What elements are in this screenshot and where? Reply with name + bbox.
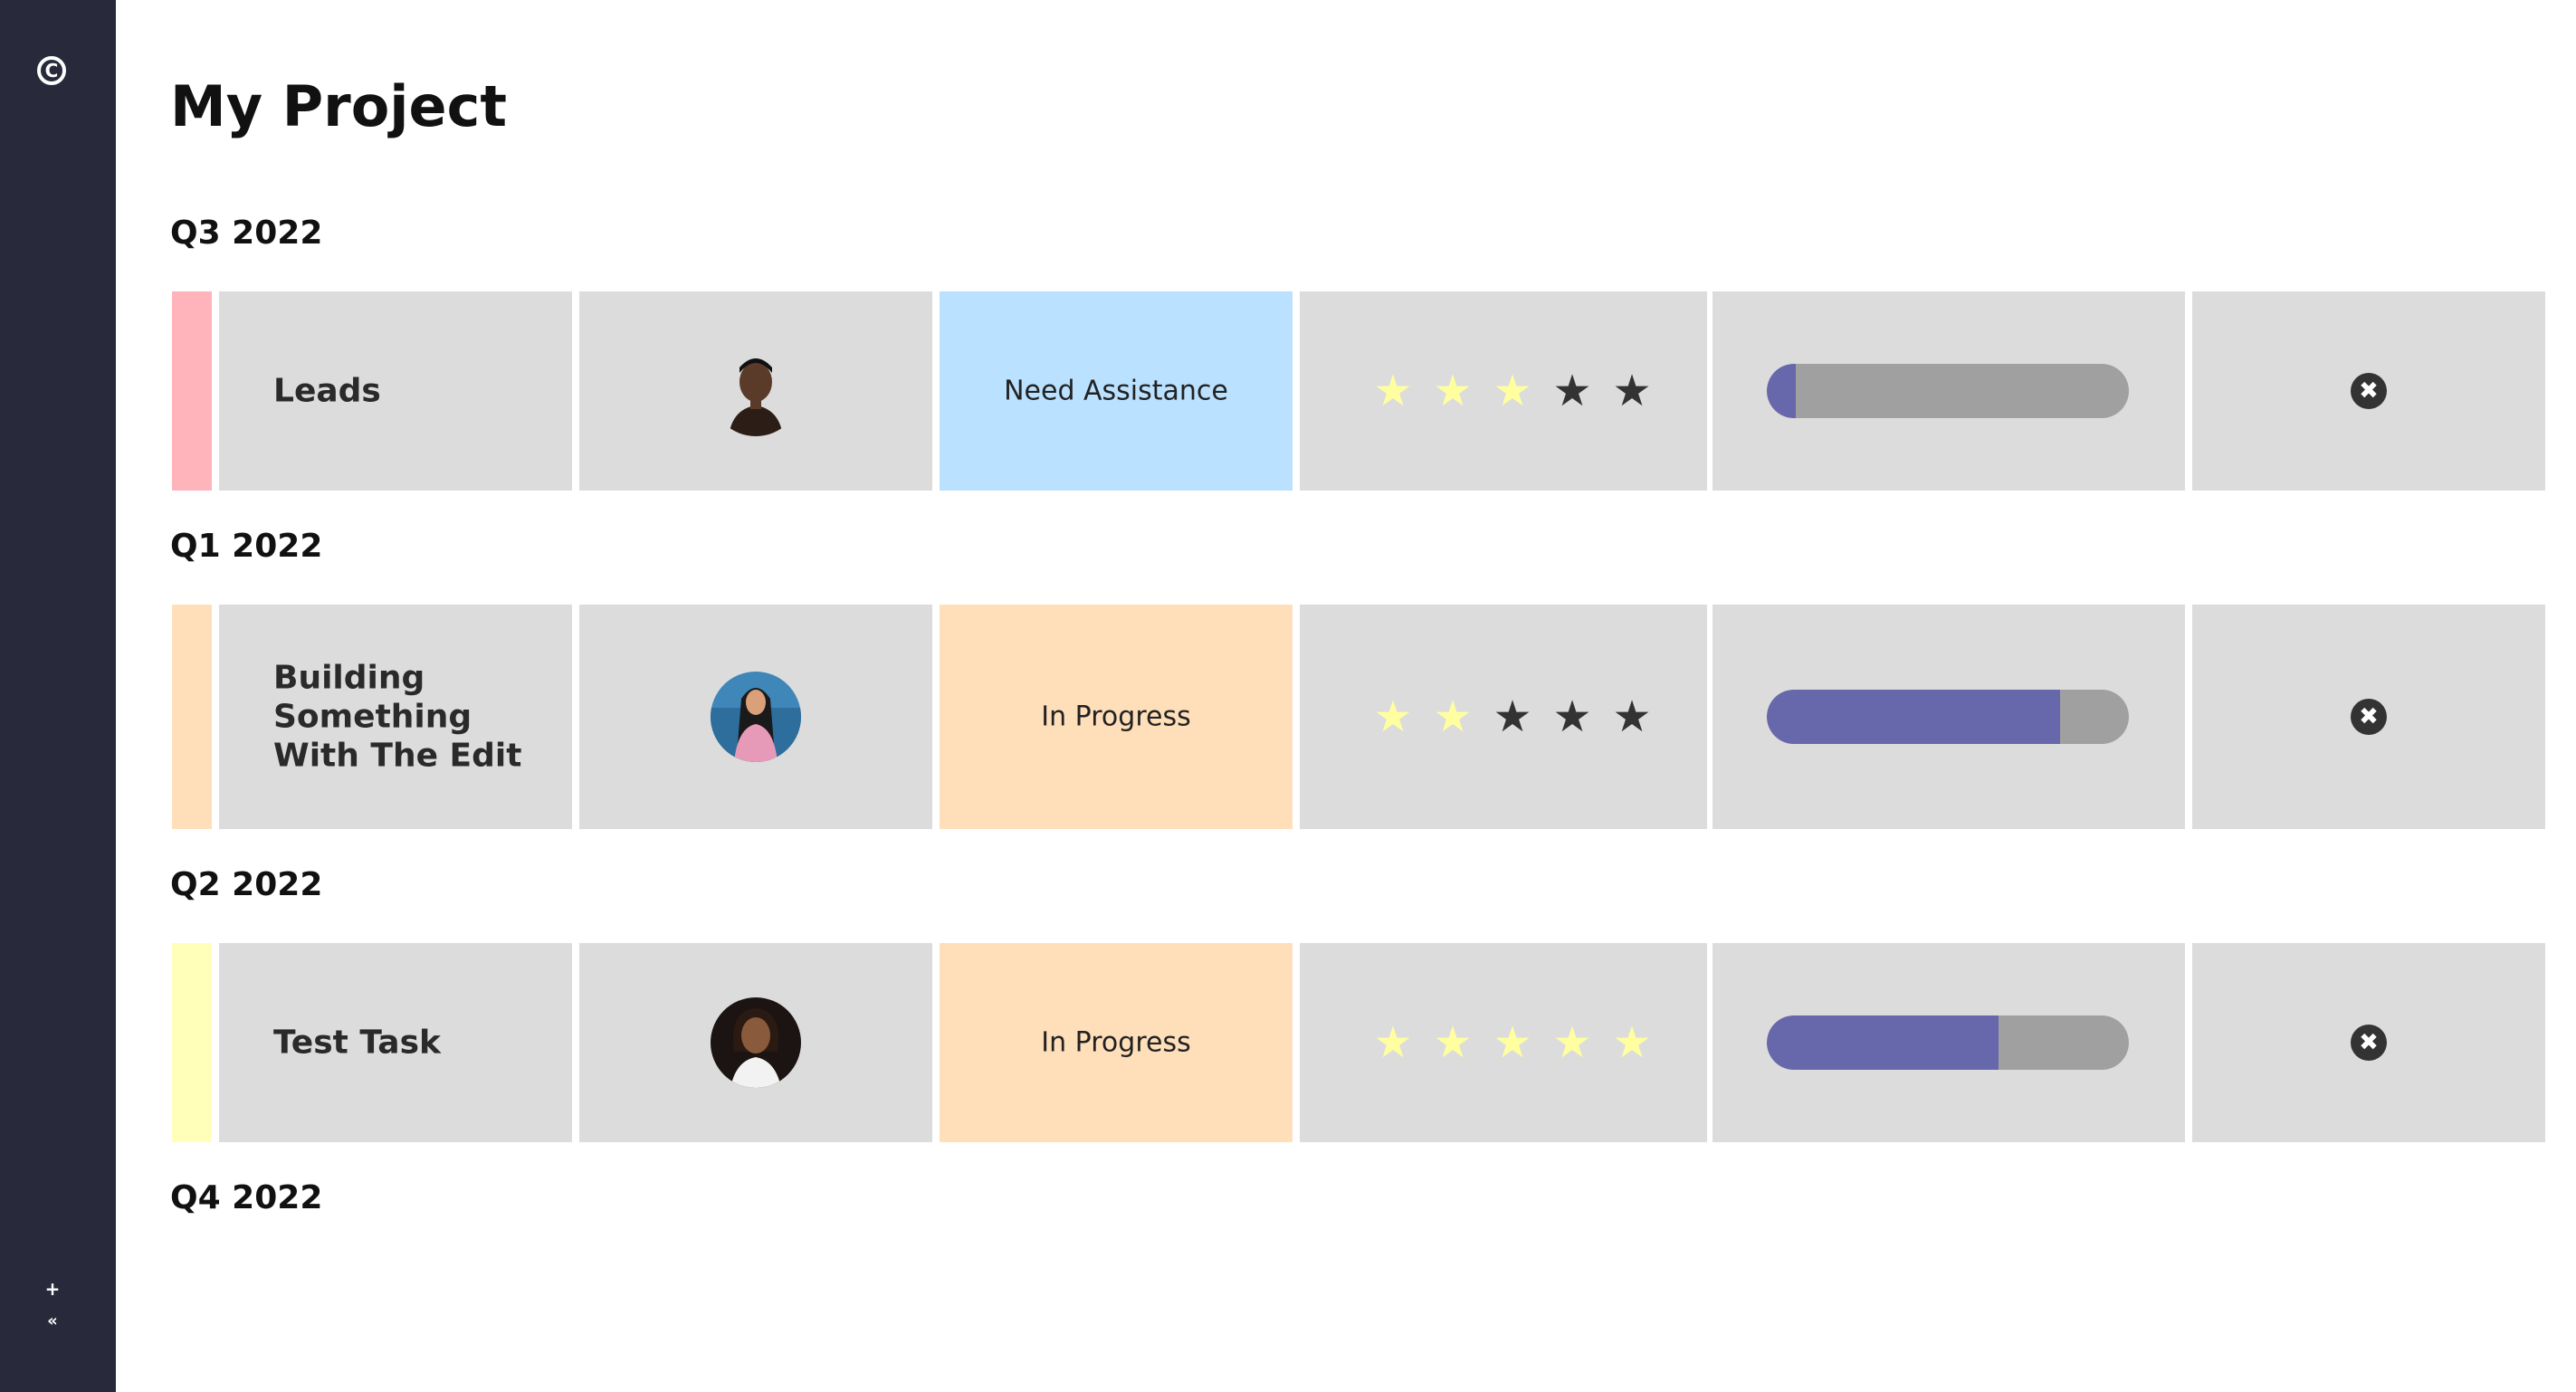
owner-cell[interactable] <box>579 291 932 491</box>
star-icon[interactable]: ★ <box>1423 1017 1483 1068</box>
star-icon[interactable]: ★ <box>1483 1017 1542 1068</box>
rating-cell: ★ ★ ★ ★ ★ <box>1300 943 1707 1142</box>
star-icon[interactable]: ★ <box>1483 366 1542 416</box>
star-icon[interactable]: ★ <box>1363 366 1423 416</box>
progress-fill <box>1767 1015 1999 1070</box>
star-rating[interactable]: ★ ★ ★ ★ ★ <box>1363 691 1662 742</box>
status-badge[interactable]: Need Assistance <box>940 376 1293 407</box>
progress-bar[interactable] <box>1767 364 2129 418</box>
owner-cell[interactable] <box>579 943 932 1142</box>
delete-cell: ✖ <box>2192 943 2545 1142</box>
progress-cell <box>1713 291 2185 491</box>
avatar[interactable] <box>711 997 801 1088</box>
person-avatar-icon <box>711 997 801 1088</box>
status-cell[interactable]: In Progress <box>940 943 1293 1142</box>
star-icon[interactable]: ★ <box>1542 366 1602 416</box>
star-icon[interactable]: ★ <box>1423 366 1483 416</box>
rating-cell: ★ ★ ★ ★ ★ <box>1300 291 1707 491</box>
progress-cell <box>1713 605 2185 829</box>
status-cell[interactable]: In Progress <box>940 605 1293 829</box>
star-icon[interactable]: ★ <box>1542 691 1602 742</box>
rating-cell: ★ ★ ★ ★ ★ <box>1300 605 1707 829</box>
delete-cell: ✖ <box>2192 605 2545 829</box>
status-badge[interactable]: In Progress <box>940 701 1293 733</box>
group-color-bar <box>172 291 212 491</box>
group-color-bar <box>172 605 212 829</box>
group-label: Q3 2022 <box>170 215 323 252</box>
main-content: My Project Q3 2022 Leads Need Assistance… <box>116 0 2576 1392</box>
task-name[interactable]: Leads <box>273 372 545 411</box>
star-icon[interactable]: ★ <box>1363 691 1423 742</box>
add-group-button[interactable]: + <box>40 1276 65 1301</box>
status-cell[interactable]: Need Assistance <box>940 291 1293 491</box>
sidebar: C + « <box>0 0 116 1392</box>
person-avatar-icon <box>711 672 801 762</box>
task-name-cell[interactable]: Building Something With The Edit <box>219 605 572 829</box>
group-label: Q4 2022 <box>170 1179 323 1216</box>
star-icon[interactable]: ★ <box>1483 691 1542 742</box>
star-rating[interactable]: ★ ★ ★ ★ ★ <box>1363 1017 1662 1068</box>
copyright-logo-icon[interactable]: C <box>37 56 66 85</box>
close-icon: ✖ <box>2359 1029 2379 1056</box>
task-name-cell[interactable]: Leads <box>219 291 572 491</box>
delete-row-button[interactable]: ✖ <box>2351 699 2387 735</box>
progress-cell <box>1713 943 2185 1142</box>
delete-row-button[interactable]: ✖ <box>2351 373 2387 409</box>
group-label: Q1 2022 <box>170 528 323 565</box>
collapse-sidebar-button[interactable]: « <box>40 1309 65 1334</box>
star-icon[interactable]: ★ <box>1423 691 1483 742</box>
close-icon: ✖ <box>2359 703 2379 730</box>
avatar[interactable] <box>711 346 801 436</box>
star-rating[interactable]: ★ ★ ★ ★ ★ <box>1363 366 1662 416</box>
close-icon: ✖ <box>2359 377 2379 405</box>
task-name[interactable]: Test Task <box>273 1024 545 1063</box>
owner-cell[interactable] <box>579 605 932 829</box>
progress-fill <box>1767 690 2060 744</box>
task-name-cell[interactable]: Test Task <box>219 943 572 1142</box>
star-icon[interactable]: ★ <box>1602 366 1662 416</box>
avatar[interactable] <box>711 672 801 762</box>
progress-bar[interactable] <box>1767 1015 2129 1070</box>
star-icon[interactable]: ★ <box>1542 1017 1602 1068</box>
progress-fill <box>1767 364 1796 418</box>
star-icon[interactable]: ★ <box>1602 1017 1662 1068</box>
page-title: My Project <box>170 73 507 139</box>
star-icon[interactable]: ★ <box>1602 691 1662 742</box>
delete-row-button[interactable]: ✖ <box>2351 1025 2387 1061</box>
status-badge[interactable]: In Progress <box>940 1027 1293 1059</box>
group-label: Q2 2022 <box>170 866 323 903</box>
task-name[interactable]: Building Something With The Edit <box>273 659 545 776</box>
group-color-bar <box>172 943 212 1142</box>
delete-cell: ✖ <box>2192 291 2545 491</box>
person-avatar-icon <box>711 346 801 436</box>
star-icon[interactable]: ★ <box>1363 1017 1423 1068</box>
progress-bar[interactable] <box>1767 690 2129 744</box>
